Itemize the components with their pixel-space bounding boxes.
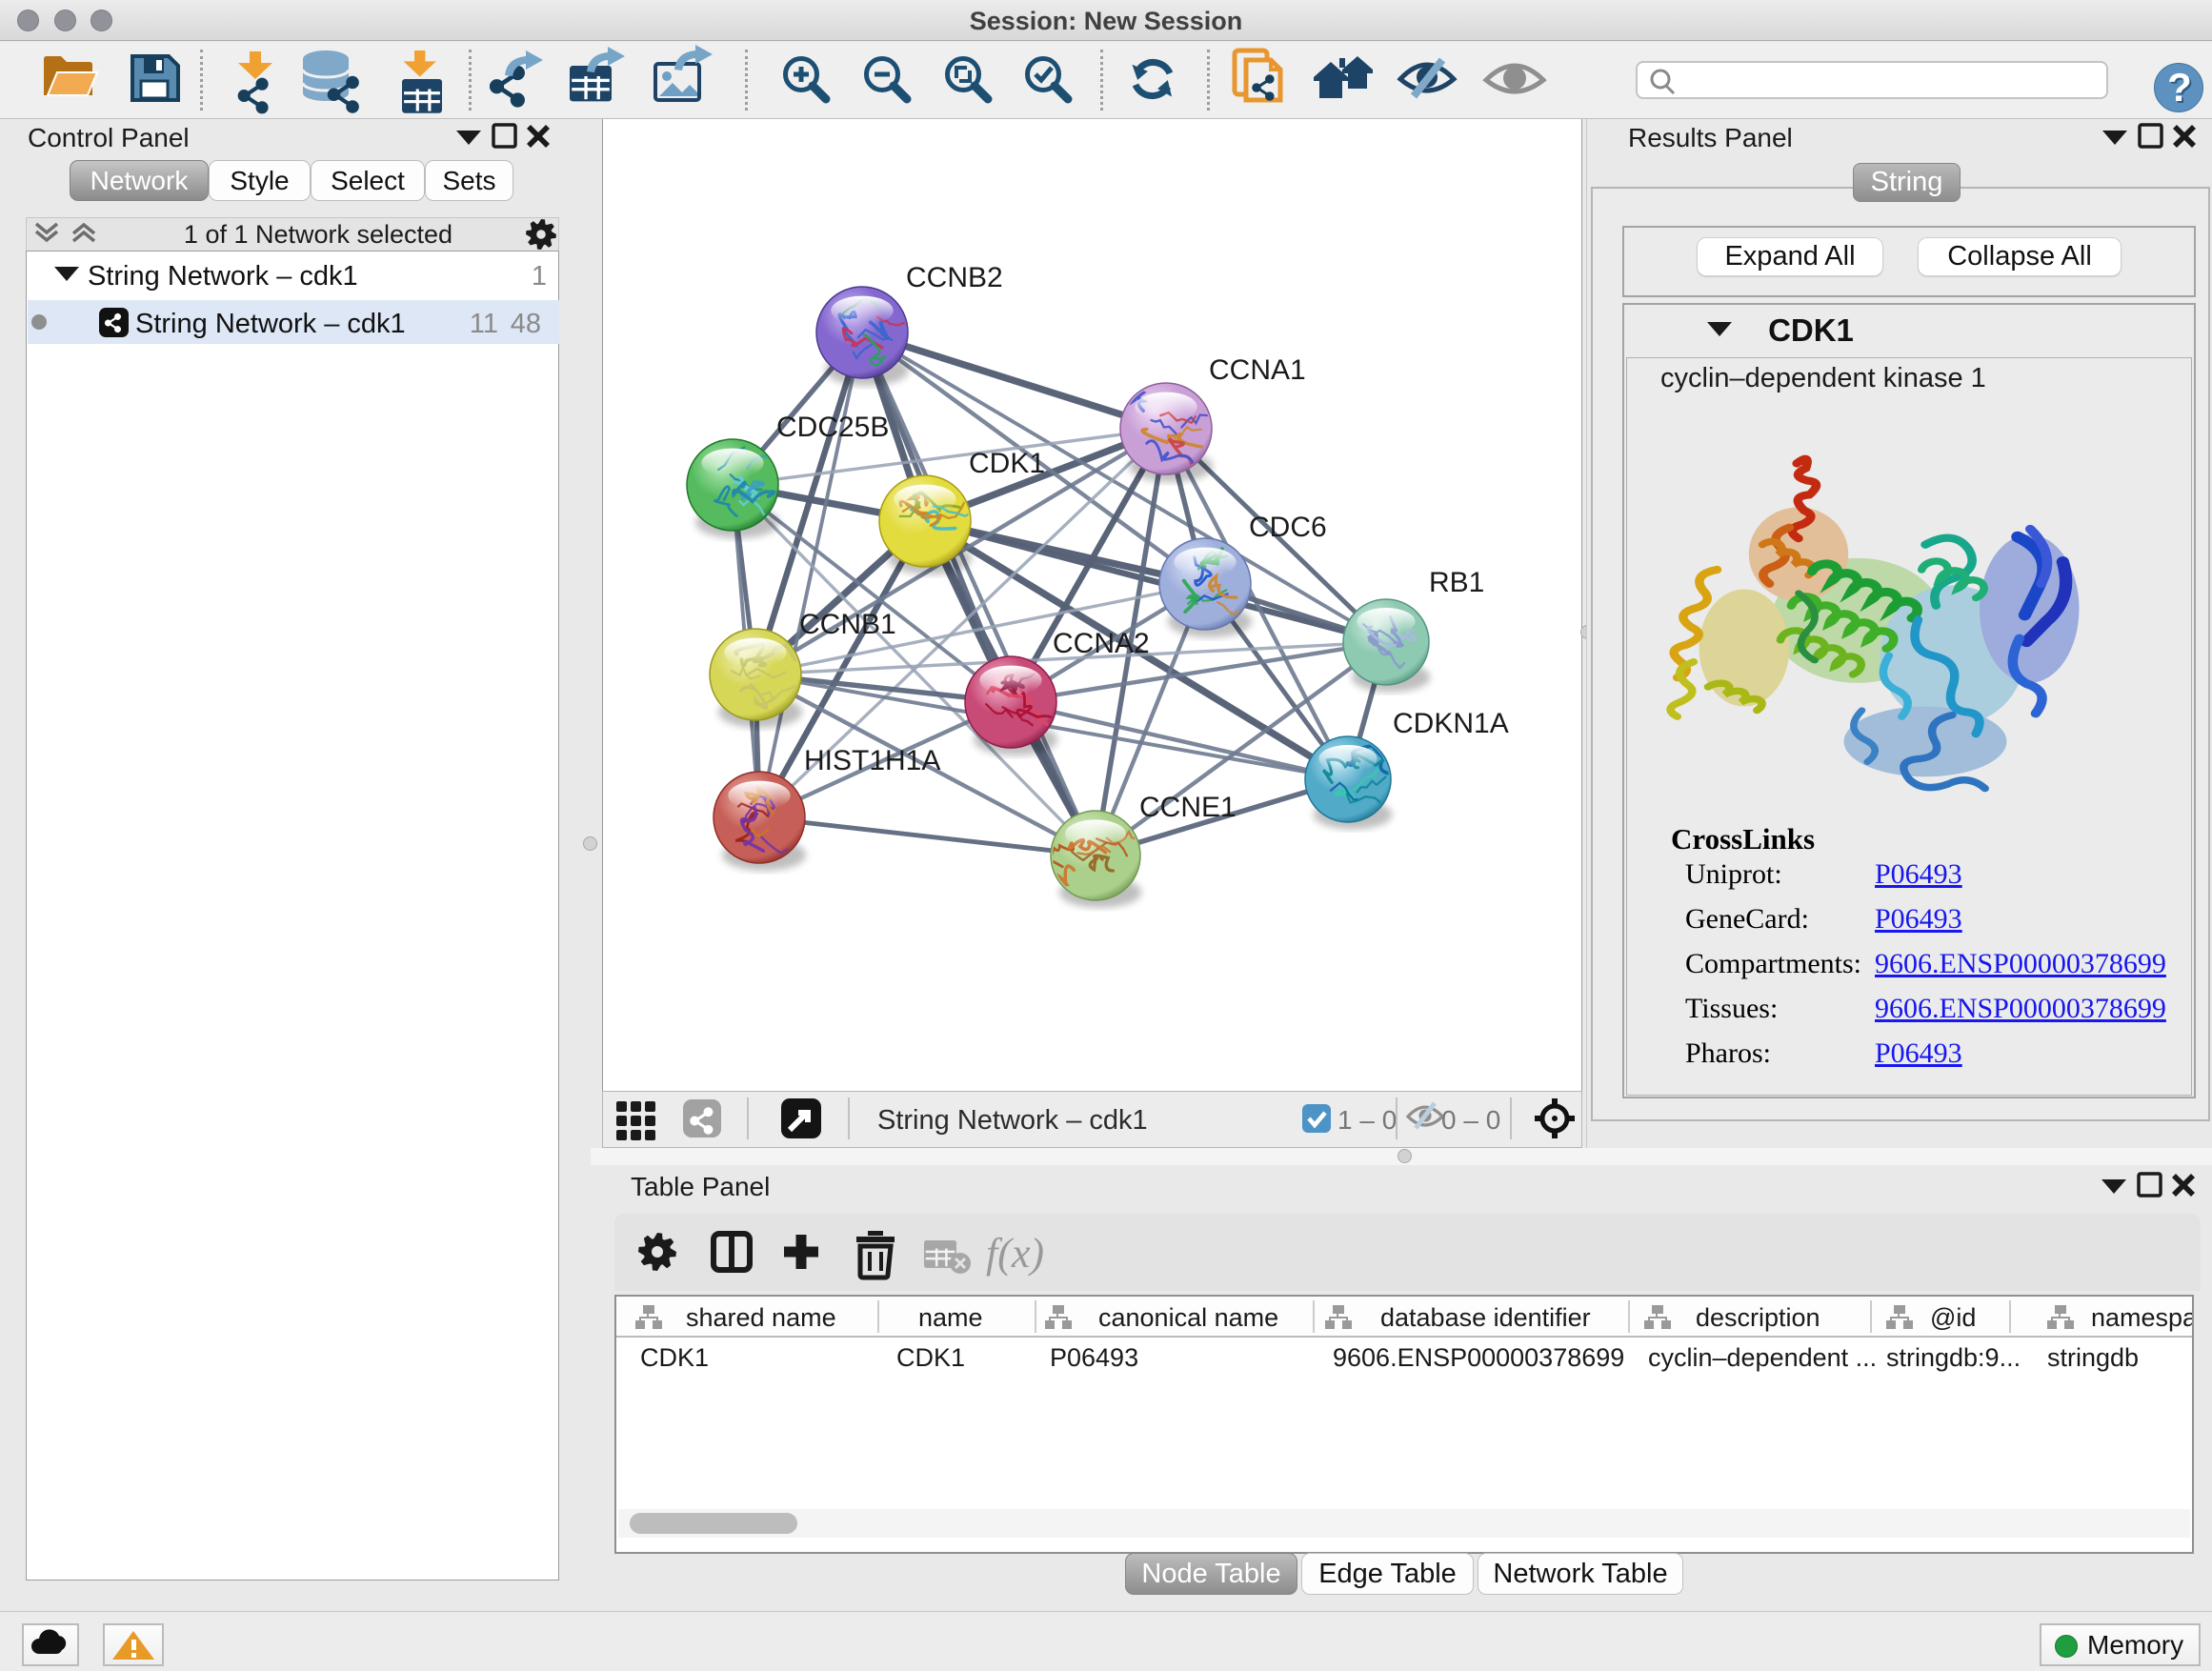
svg-text:CDC25B: CDC25B <box>776 412 889 443</box>
svg-text:Control Panel: Control Panel <box>28 123 190 152</box>
svg-text:1: 1 <box>532 261 547 292</box>
svg-text:namespace: namespace <box>2091 1303 2192 1332</box>
svg-text:0 – 0: 0 – 0 <box>1441 1105 1500 1135</box>
svg-text:CDC6: CDC6 <box>1249 512 1327 543</box>
svg-text:HIST1H1A: HIST1H1A <box>804 745 940 776</box>
svg-text:shared name: shared name <box>686 1303 836 1332</box>
svg-text:String Network – cdk1: String Network – cdk1 <box>135 309 406 339</box>
svg-text:CDK1: CDK1 <box>1768 312 1854 348</box>
svg-text:CDK1: CDK1 <box>896 1343 965 1372</box>
svg-text:stringdb:9...: stringdb:9... <box>1886 1343 2021 1372</box>
svg-text:name: name <box>918 1303 983 1332</box>
svg-text:CDKN1A: CDKN1A <box>1393 708 1509 739</box>
svg-text:Table Panel: Table Panel <box>631 1172 770 1201</box>
svg-text:1 of 1 Network selected: 1 of 1 Network selected <box>184 220 452 249</box>
svg-text:Results Panel: Results Panel <box>1628 123 1793 152</box>
svg-text:CCNE1: CCNE1 <box>1139 792 1237 823</box>
svg-text:String Network – cdk1: String Network – cdk1 <box>88 261 358 292</box>
svg-text:CCNA2: CCNA2 <box>1053 628 1150 659</box>
svg-text:CCNB2: CCNB2 <box>906 262 1003 293</box>
svg-text:f(x): f(x) <box>986 1230 1044 1277</box>
svg-text:canonical name: canonical name <box>1098 1303 1278 1332</box>
svg-text:48: 48 <box>511 309 541 339</box>
svg-text:cyclin–dependent ...: cyclin–dependent ... <box>1648 1343 1877 1372</box>
svg-text:9606.ENSP00000378699: 9606.ENSP00000378699 <box>1333 1343 1624 1372</box>
svg-text:RB1: RB1 <box>1429 567 1484 598</box>
svg-text:P06493: P06493 <box>1050 1343 1138 1372</box>
svg-text:database identifier: database identifier <box>1380 1303 1591 1332</box>
svg-text:stringdb: stringdb <box>2047 1343 2139 1372</box>
svg-text:CCNA1: CCNA1 <box>1209 354 1306 386</box>
svg-text:String Network – cdk1: String Network – cdk1 <box>877 1105 1148 1136</box>
svg-text:description: description <box>1696 1303 1820 1332</box>
svg-text:1 – 0: 1 – 0 <box>1337 1105 1397 1135</box>
svg-text:CDK1: CDK1 <box>640 1343 709 1372</box>
svg-text:@id: @id <box>1930 1303 1976 1332</box>
svg-text:11: 11 <box>470 309 498 339</box>
svg-text:CDK1: CDK1 <box>969 448 1045 479</box>
svg-text:CCNB1: CCNB1 <box>799 609 896 640</box>
